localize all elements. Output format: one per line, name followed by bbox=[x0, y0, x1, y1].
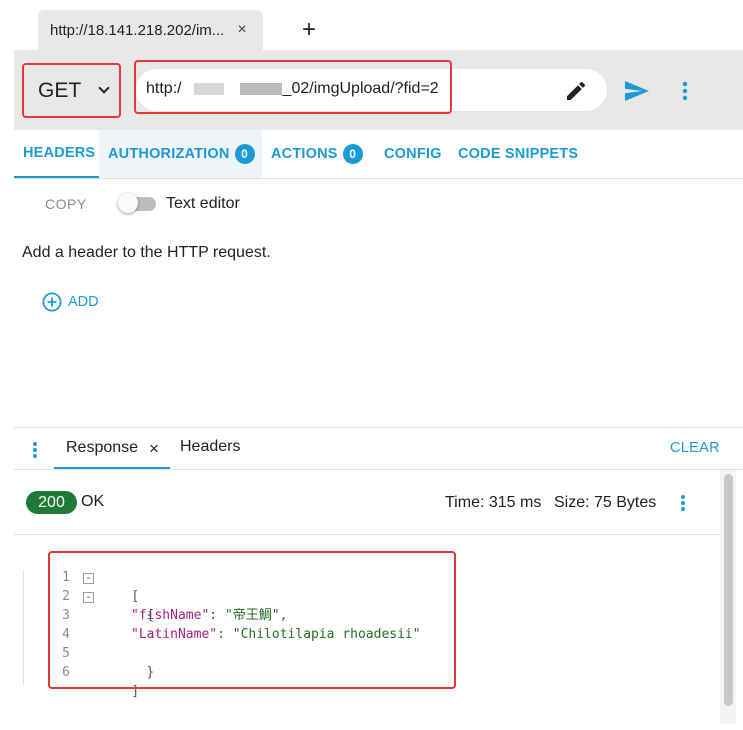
tab-config-label: CONFIG bbox=[384, 146, 442, 162]
url-redaction bbox=[193, 82, 224, 95]
close-icon[interactable]: × bbox=[149, 439, 159, 459]
json-brace: } bbox=[146, 665, 155, 680]
tab-code-snippets[interactable]: CODE SNIPPETS bbox=[458, 130, 588, 178]
tab-actions[interactable]: ACTIONS 0 bbox=[271, 130, 371, 178]
url-redaction bbox=[182, 82, 192, 95]
response-time: Time: 315 ms bbox=[445, 494, 542, 511]
json-line: [ bbox=[100, 568, 139, 604]
more-vert-icon[interactable] bbox=[682, 81, 688, 101]
line-number: 5 bbox=[62, 646, 70, 661]
fold-toggle-icon[interactable]: - bbox=[83, 592, 94, 603]
tab-code-snippets-label: CODE SNIPPETS bbox=[458, 146, 579, 162]
tab-config[interactable]: CONFIG bbox=[384, 130, 448, 178]
json-line: "fishName": "帝王鯛", bbox=[131, 606, 287, 625]
headers-hint: Add a header to the HTTP request. bbox=[22, 244, 271, 261]
request-bar: GET http:/ _02/imgUpload/?fid=2 bbox=[14, 50, 743, 130]
clear-button[interactable]: CLEAR bbox=[670, 440, 720, 456]
url-prefix: http:/ bbox=[146, 80, 182, 97]
line-number: 3 bbox=[62, 608, 70, 623]
line-number: 2 bbox=[62, 589, 70, 604]
tab-response-headers[interactable]: Headers bbox=[180, 438, 240, 456]
url-input[interactable]: http:/ _02/imgUpload/?fid=2 bbox=[136, 69, 607, 111]
status-text: OK bbox=[81, 493, 105, 510]
pencil-icon[interactable] bbox=[564, 79, 588, 103]
request-tabs: HEADERS AUTHORIZATION 0 ACTIONS 0 CONFIG… bbox=[14, 130, 743, 179]
add-header-button[interactable]: ADD bbox=[42, 292, 99, 312]
fold-toggle-icon[interactable]: - bbox=[83, 573, 94, 584]
count-badge: 0 bbox=[234, 144, 255, 164]
new-tab-plus-icon[interactable]: + bbox=[297, 16, 321, 44]
line-number: 1 bbox=[62, 570, 70, 585]
tab-authorization-label: AUTHORIZATION bbox=[108, 146, 230, 162]
status-badge: 200 bbox=[26, 491, 77, 514]
scrollbar-thumb[interactable] bbox=[724, 474, 733, 706]
code-gutter-divider bbox=[23, 570, 24, 684]
more-vert-icon[interactable] bbox=[680, 494, 686, 512]
json-comma: , bbox=[279, 608, 288, 623]
json-colon: : bbox=[217, 627, 233, 642]
line-number: 4 bbox=[62, 627, 70, 642]
tab-authorization[interactable]: AUTHORIZATION 0 bbox=[99, 130, 262, 178]
add-circle-icon bbox=[42, 292, 62, 312]
add-header-label: ADD bbox=[68, 294, 99, 310]
send-icon[interactable] bbox=[624, 80, 650, 102]
tab-headers-label: HEADERS bbox=[23, 145, 96, 161]
json-line: ] bbox=[100, 663, 139, 699]
method-value: GET bbox=[38, 78, 82, 102]
tab-response-label: Response bbox=[66, 438, 139, 456]
json-key: "fishName" bbox=[131, 608, 210, 623]
count-badge: 0 bbox=[342, 144, 363, 164]
meta-divider bbox=[14, 534, 720, 535]
url-redaction bbox=[225, 82, 238, 95]
json-string: "Chilotilapia rhoadesii" bbox=[232, 627, 421, 642]
close-icon[interactable]: × bbox=[233, 21, 251, 39]
copy-button[interactable]: COPY bbox=[45, 196, 87, 212]
text-editor-label: Text editor bbox=[166, 195, 240, 212]
url-value[interactable]: http:/ _02/imgUpload/?fid=2 bbox=[146, 80, 439, 98]
response-size: Size: 75 Bytes bbox=[554, 494, 657, 511]
json-line: { bbox=[115, 587, 154, 623]
json-colon: : bbox=[209, 608, 225, 623]
json-line: } bbox=[115, 644, 154, 680]
json-line: "LatinName": "Chilotilapia rhoadesii" bbox=[131, 625, 421, 644]
url-redaction bbox=[239, 82, 282, 95]
tab-headers[interactable]: HEADERS bbox=[14, 130, 99, 178]
browser-tab-title: http://18.141.218.202/im... bbox=[50, 21, 225, 39]
json-bracket: ] bbox=[131, 684, 140, 699]
toggle-knob[interactable] bbox=[118, 193, 138, 213]
browser-tab[interactable]: http://18.141.218.202/im... × bbox=[38, 10, 263, 50]
browser-tab-strip: http://18.141.218.202/im... × + bbox=[0, 0, 743, 50]
more-vert-icon[interactable] bbox=[32, 441, 38, 459]
json-string: "帝王鯛" bbox=[224, 608, 280, 623]
url-suffix: _02/imgUpload/?fid=2 bbox=[282, 80, 439, 97]
line-number: 6 bbox=[62, 665, 70, 680]
json-key: "LatinName" bbox=[131, 627, 218, 642]
tab-actions-label: ACTIONS bbox=[271, 146, 338, 162]
